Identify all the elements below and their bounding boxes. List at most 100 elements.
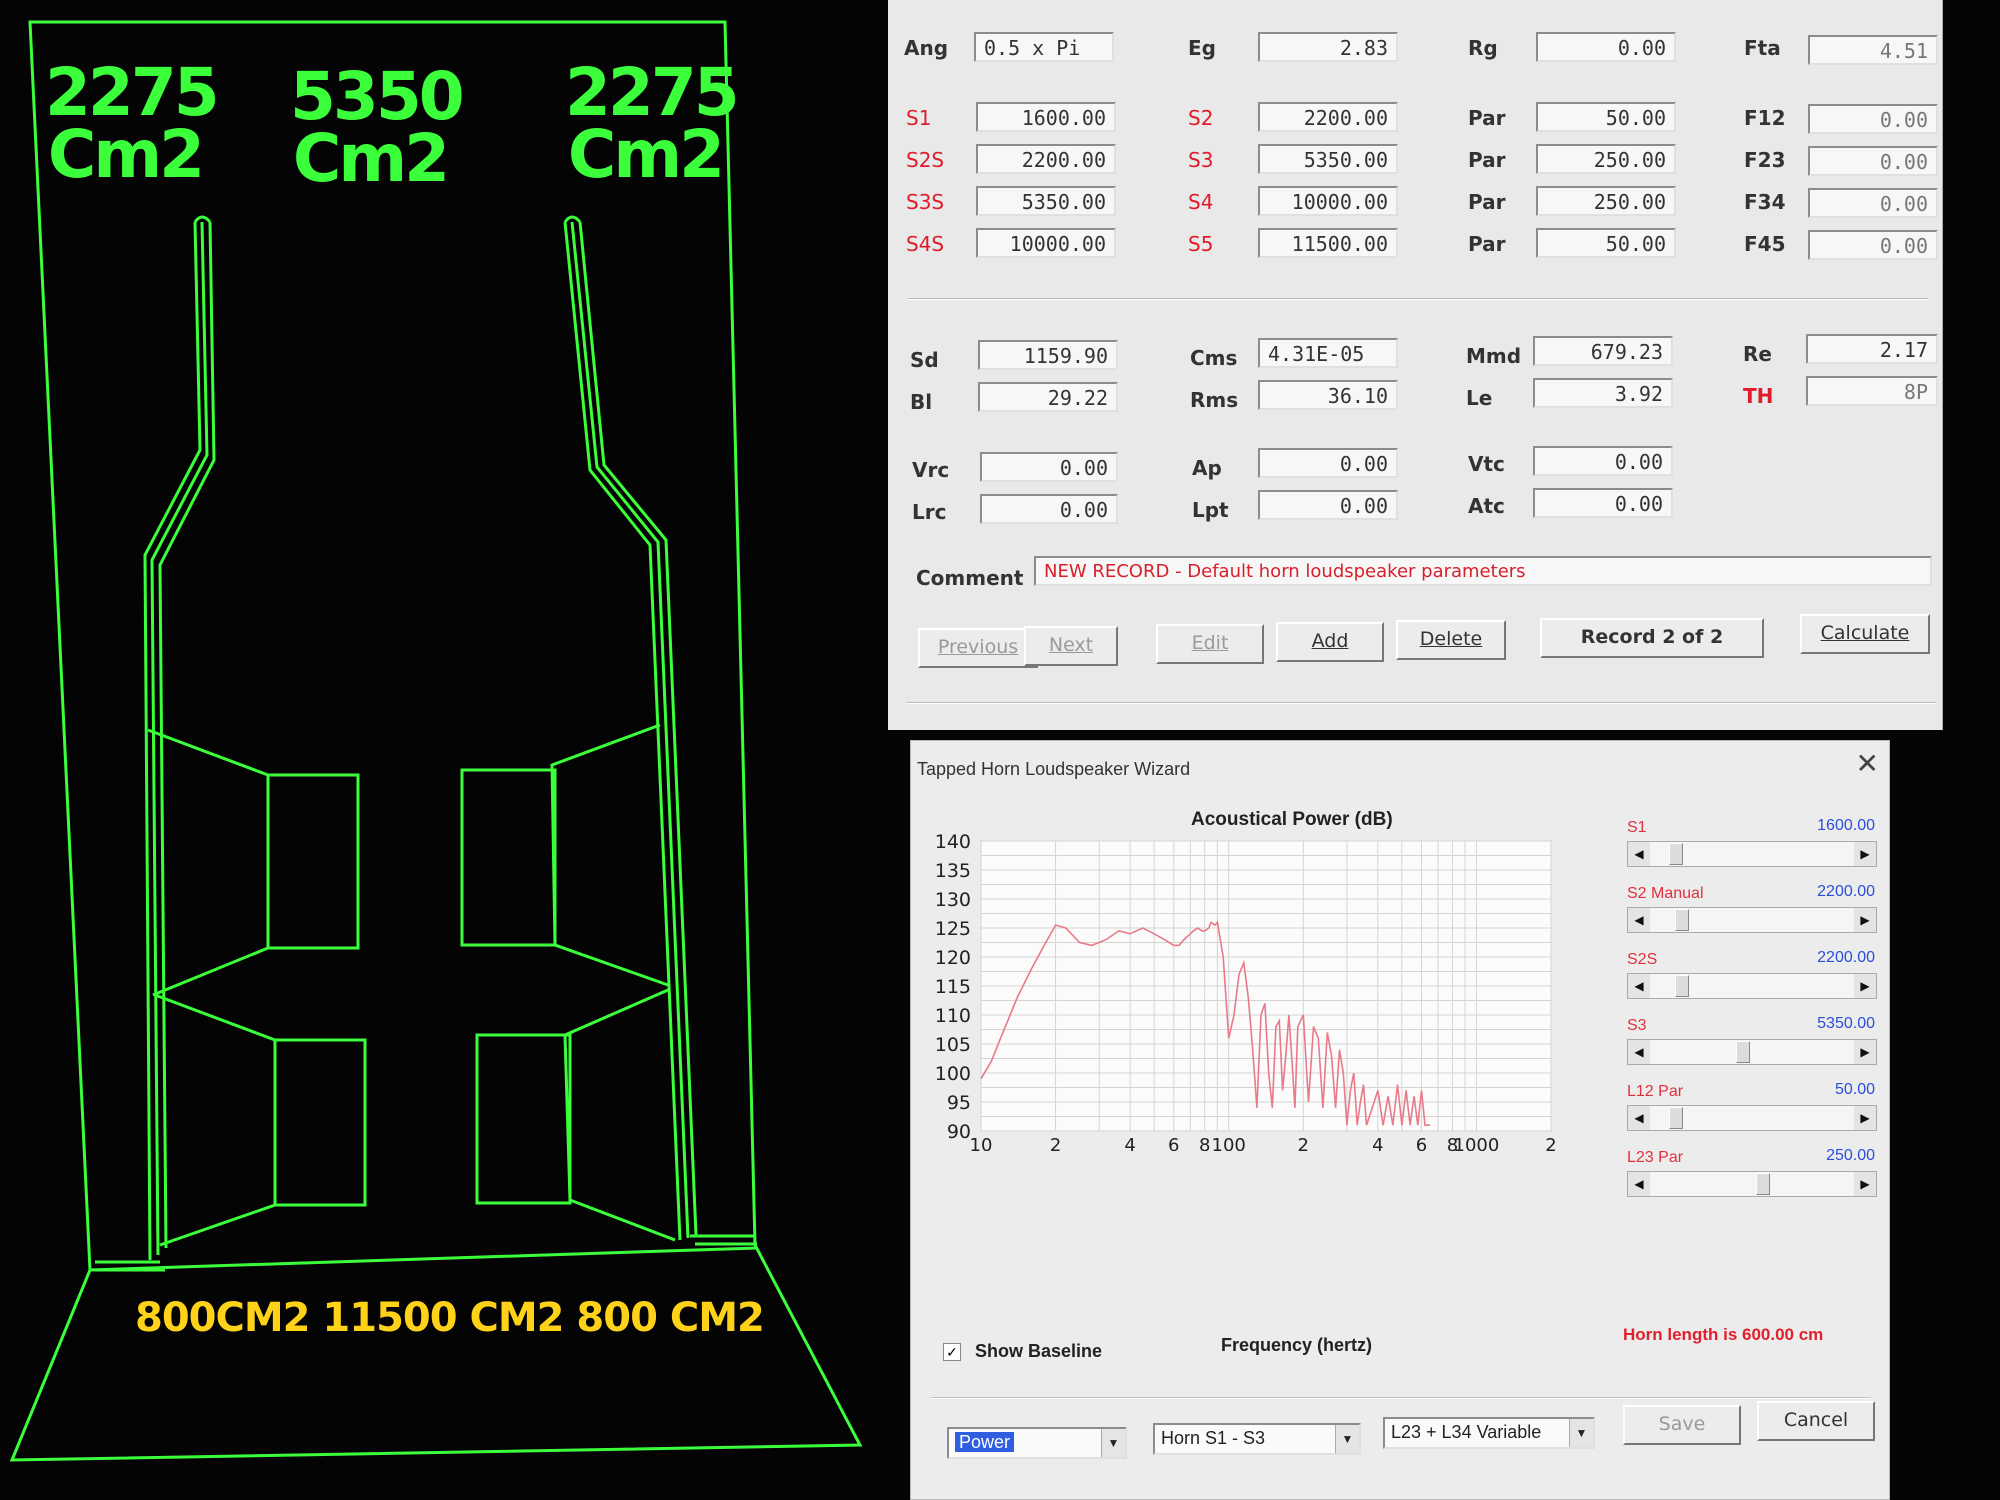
slider-thumb[interactable] [1674,975,1689,997]
bl-field[interactable]: 29.22 [978,382,1118,412]
f12-field[interactable]: 0.00 [1808,104,1938,134]
s4-field[interactable]: 10000.00 [1258,186,1398,216]
lrc-field[interactable]: 0.00 [980,494,1118,524]
add-button[interactable]: Add [1276,622,1384,662]
left-upper-driver-cone [147,728,270,997]
delete-button[interactable]: Delete [1396,620,1506,660]
le-field[interactable]: 3.92 [1533,378,1673,408]
s3s-label: S3S [906,190,945,214]
horn-select[interactable]: Horn S1 - S3 ▼ [1153,1423,1361,1455]
variable-select[interactable]: L23 + L34 Variable ▼ [1383,1417,1595,1449]
top-label-center: 5350 Cm2 [290,64,465,192]
y-tick-label: 130 [935,889,971,911]
par-field-3[interactable]: 250.00 [1536,186,1676,216]
th-label: TH [1743,384,1774,408]
slider-left-arrow-icon[interactable]: ◀ [1628,1106,1650,1130]
variable-select-value: L23 + L34 Variable [1391,1422,1542,1442]
s5-field[interactable]: 11500.00 [1258,228,1398,258]
rg-field[interactable]: 0.00 [1536,32,1676,62]
re-field[interactable]: 2.17 [1806,334,1938,364]
f34-label: F34 [1744,190,1786,214]
par-label-3: Par [1468,190,1506,214]
mmd-field[interactable]: 679.23 [1533,336,1673,366]
x-tick-label: 2 [1545,1135,1556,1151]
chevron-down-icon[interactable]: ▼ [1335,1425,1359,1453]
chevron-down-icon[interactable]: ▼ [1101,1429,1125,1457]
vrc-field[interactable]: 0.00 [980,452,1118,482]
slider-thumb[interactable] [1755,1173,1770,1195]
chart-grid [980,840,1552,1132]
slider-s3[interactable]: ◀ ▶ [1627,1039,1877,1065]
lrc-label: Lrc [912,500,947,524]
right-channel-mid [578,221,698,1236]
s2-field[interactable]: 2200.00 [1258,102,1398,132]
eg-field[interactable]: 2.83 [1258,32,1398,62]
mode-select[interactable]: Power ▼ [947,1427,1127,1459]
slider-right-arrow-icon[interactable]: ▶ [1854,908,1876,932]
x-axis-label: Frequency (hertz) [1221,1335,1373,1355]
f23-field[interactable]: 0.00 [1808,146,1938,176]
cancel-button[interactable]: Cancel [1757,1401,1875,1441]
slider-right-arrow-icon[interactable]: ▶ [1854,1172,1876,1196]
slider-right-arrow-icon[interactable]: ▶ [1854,1106,1876,1130]
fta-field[interactable]: 4.51 [1808,35,1938,65]
slider-l23-par[interactable]: ◀ ▶ [1627,1171,1877,1197]
x-tick-label: 2 [1298,1135,1309,1151]
previous-button[interactable]: Previous [918,628,1038,668]
save-button[interactable]: Save [1623,1405,1741,1445]
cms-field[interactable]: 4.31E-05 [1258,338,1398,368]
slider-left-arrow-icon[interactable]: ◀ [1628,908,1650,932]
calculate-button[interactable]: Calculate [1800,614,1930,654]
slider-s2-manual[interactable]: ◀ ▶ [1627,907,1877,933]
th-field[interactable]: 8P [1806,376,1938,406]
slider-left-arrow-icon[interactable]: ◀ [1628,842,1650,866]
slider-value-s1: 1600.00 [1817,817,1875,834]
par-field-1[interactable]: 50.00 [1536,102,1676,132]
f34-field[interactable]: 0.00 [1808,188,1938,218]
par-label-2: Par [1468,148,1506,172]
s4s-field[interactable]: 10000.00 [976,228,1116,258]
vtc-field[interactable]: 0.00 [1533,446,1673,476]
close-icon[interactable]: ✕ [1856,747,1879,780]
s3s-field[interactable]: 5350.00 [976,186,1116,216]
slider-right-arrow-icon[interactable]: ▶ [1854,842,1876,866]
right-channel-inner [570,221,690,1239]
horn-parameters-dialog: Ang 0.5 x Pi Eg 2.83 Rg 0.00 Fta 4.51 S1… [888,0,1943,730]
slider-right-arrow-icon[interactable]: ▶ [1854,974,1876,998]
ap-field[interactable]: 0.00 [1258,448,1398,478]
edit-button[interactable]: Edit [1156,624,1264,664]
next-button[interactable]: Next [1024,626,1118,666]
chevron-down-icon[interactable]: ▼ [1569,1419,1593,1447]
slider-right-arrow-icon[interactable]: ▶ [1854,1040,1876,1064]
right-upper-driver-magnet [460,768,557,947]
s2s-field[interactable]: 2200.00 [976,144,1116,174]
slider-left-arrow-icon[interactable]: ◀ [1628,1040,1650,1064]
slider-thumb[interactable] [1674,909,1689,931]
par-field-4[interactable]: 50.00 [1536,228,1676,258]
slider-thumb[interactable] [1669,1107,1684,1129]
par-label-1: Par [1468,106,1506,130]
slider-left-arrow-icon[interactable]: ◀ [1628,1172,1650,1196]
comment-field[interactable]: NEW RECORD - Default horn loudspeaker pa… [1034,556,1932,586]
right-channel-cap [563,215,582,223]
slider-label-s3: S3 [1627,1017,1647,1034]
lpt-field[interactable]: 0.00 [1258,490,1398,520]
par-label-4: Par [1468,232,1506,256]
atc-field[interactable]: 0.00 [1533,488,1673,518]
slider-thumb[interactable] [1669,843,1684,865]
ang-field[interactable]: 0.5 x Pi [974,32,1114,62]
sd-field[interactable]: 1159.90 [978,340,1118,370]
slider-thumb[interactable] [1736,1041,1751,1063]
s1-field[interactable]: 1600.00 [976,102,1116,132]
rms-field[interactable]: 36.10 [1258,380,1398,410]
slider-l12-par[interactable]: ◀ ▶ [1627,1105,1877,1131]
slider-s2s[interactable]: ◀ ▶ [1627,973,1877,999]
par-field-2[interactable]: 250.00 [1536,144,1676,174]
show-baseline-checkbox[interactable]: ✓ [943,1343,961,1361]
slider-s1[interactable]: ◀ ▶ [1627,841,1877,867]
acoustical-power-chart: 1401351301251201151101051009590 10 2 4 6 8 10… [935,831,1557,1151]
s3-field[interactable]: 5350.00 [1258,144,1398,174]
slider-value-s2s: 2200.00 [1817,949,1875,966]
f45-field[interactable]: 0.00 [1808,230,1938,260]
slider-left-arrow-icon[interactable]: ◀ [1628,974,1650,998]
